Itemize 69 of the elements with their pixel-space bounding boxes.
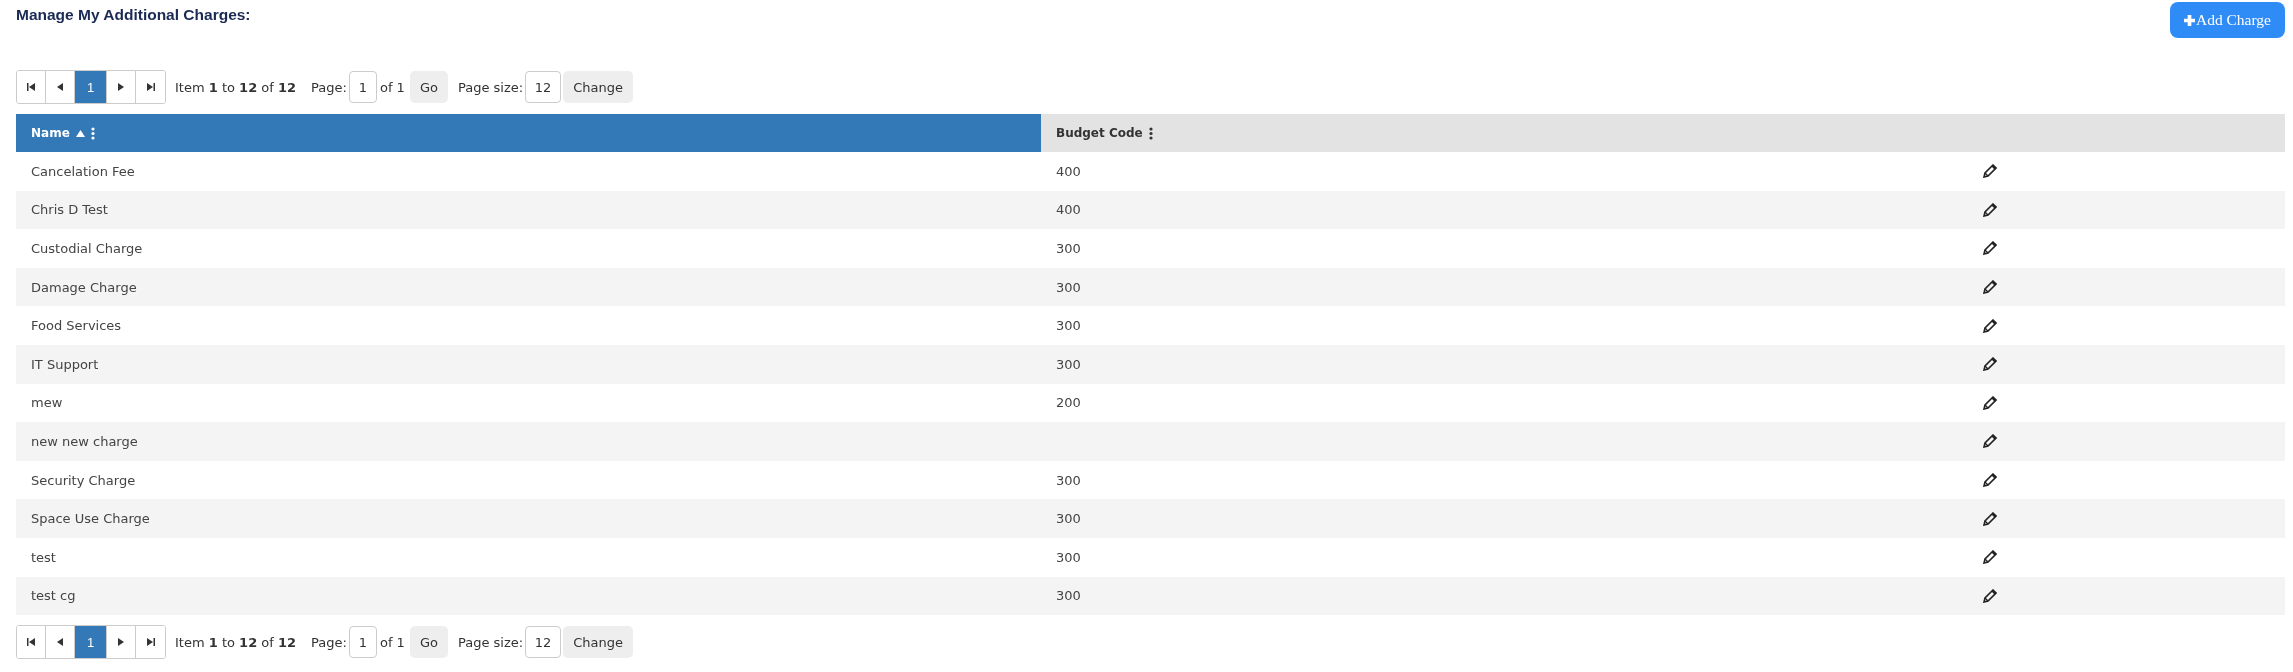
edit-pencil-icon[interactable] bbox=[1983, 357, 1997, 372]
page-number-button[interactable]: 1 bbox=[75, 626, 107, 659]
column-menu-icon[interactable] bbox=[90, 126, 95, 140]
edit-pencil-icon[interactable] bbox=[1983, 588, 1997, 603]
page-label: Page: bbox=[311, 79, 347, 95]
budget-code-cell: 300 bbox=[1056, 279, 1081, 295]
next-page-icon bbox=[118, 638, 124, 647]
page-title: Manage My Additional Charges: bbox=[16, 6, 251, 24]
page-size-field[interactable]: 12 bbox=[525, 71, 562, 103]
edit-pencil-icon[interactable] bbox=[1983, 280, 1997, 295]
page-field[interactable]: 1 bbox=[348, 71, 377, 103]
budget-code-cell: 400 bbox=[1056, 202, 1081, 218]
edit-pencil-icon[interactable] bbox=[1983, 395, 1997, 410]
budget-code-cell: 300 bbox=[1056, 356, 1081, 372]
budget-code-cell: 200 bbox=[1056, 395, 1081, 411]
first-page-icon bbox=[27, 83, 35, 91]
name-cell: Cancelation Fee bbox=[16, 152, 1041, 191]
edit-pencil-icon[interactable] bbox=[1983, 318, 1997, 333]
page-count-text: of 1 bbox=[379, 634, 405, 650]
budget-code-cell: 300 bbox=[1056, 511, 1081, 527]
previous-page-icon bbox=[57, 638, 63, 647]
change-button[interactable]: Change bbox=[563, 71, 633, 103]
name-cell: test cg bbox=[16, 576, 1041, 616]
edit-pencil-icon[interactable] bbox=[1983, 511, 1997, 526]
next-page-icon bbox=[118, 83, 124, 91]
column-header[interactable]: Budget Code bbox=[1041, 114, 1651, 152]
previous-page-icon bbox=[57, 83, 63, 91]
name-cell: Chris D Test bbox=[16, 190, 1041, 230]
go-button[interactable]: Go bbox=[409, 71, 448, 103]
edit-pencil-icon[interactable] bbox=[1983, 164, 1997, 179]
name-cell: Damage Charge bbox=[16, 267, 1041, 307]
page-label: Page: bbox=[311, 634, 347, 650]
budget-code-cell: 300 bbox=[1056, 241, 1081, 256]
item-range-text: Item 1 to 12 of 12 bbox=[175, 634, 297, 650]
name-cell: new new charge bbox=[16, 422, 1041, 461]
page-size-field[interactable]: 12 bbox=[525, 626, 562, 659]
edit-pencil-icon[interactable] bbox=[1983, 550, 1997, 565]
change-button[interactable]: Change bbox=[563, 626, 633, 659]
last-page-icon bbox=[146, 83, 155, 91]
first-page-button[interactable] bbox=[17, 71, 46, 103]
name-cell: Security Charge bbox=[16, 460, 1041, 500]
budget-code-cell: 300 bbox=[1056, 549, 1081, 565]
name-cell: Food Services bbox=[16, 306, 1041, 345]
page-number-button[interactable]: 1 bbox=[75, 71, 107, 103]
edit-pencil-icon[interactable] bbox=[1983, 434, 1997, 449]
go-button[interactable]: Go bbox=[409, 626, 448, 659]
first-page-button[interactable] bbox=[17, 626, 46, 659]
name-cell: Custodial Charge bbox=[16, 229, 1041, 268]
item-range-text: Item 1 to 12 of 12 bbox=[175, 79, 297, 95]
column-header[interactable]: Name bbox=[16, 114, 1041, 152]
column-menu-icon[interactable] bbox=[1148, 126, 1153, 140]
edit-pencil-icon[interactable] bbox=[1983, 473, 1997, 488]
name-cell: mew bbox=[16, 383, 1041, 423]
page-field[interactable]: 1 bbox=[348, 626, 377, 659]
name-cell: Space Use Charge bbox=[16, 499, 1041, 538]
plus-icon bbox=[2183, 14, 2195, 26]
budget-code-cell: 300 bbox=[1056, 318, 1081, 334]
page-count-text: of 1 bbox=[379, 79, 405, 95]
page-size-label: Page size: bbox=[457, 79, 524, 95]
name-cell: IT Support bbox=[16, 344, 1041, 384]
budget-code-cell: 400 bbox=[1056, 163, 1081, 179]
first-page-icon bbox=[27, 638, 35, 647]
edit-pencil-icon[interactable] bbox=[1983, 202, 1997, 217]
last-page-icon bbox=[146, 638, 155, 647]
page-size-label: Page size: bbox=[457, 634, 524, 650]
budget-code-cell: 300 bbox=[1056, 588, 1081, 604]
name-cell: test bbox=[16, 537, 1041, 577]
budget-code-cell: 300 bbox=[1056, 472, 1081, 488]
edit-pencil-icon[interactable] bbox=[1983, 241, 1997, 256]
